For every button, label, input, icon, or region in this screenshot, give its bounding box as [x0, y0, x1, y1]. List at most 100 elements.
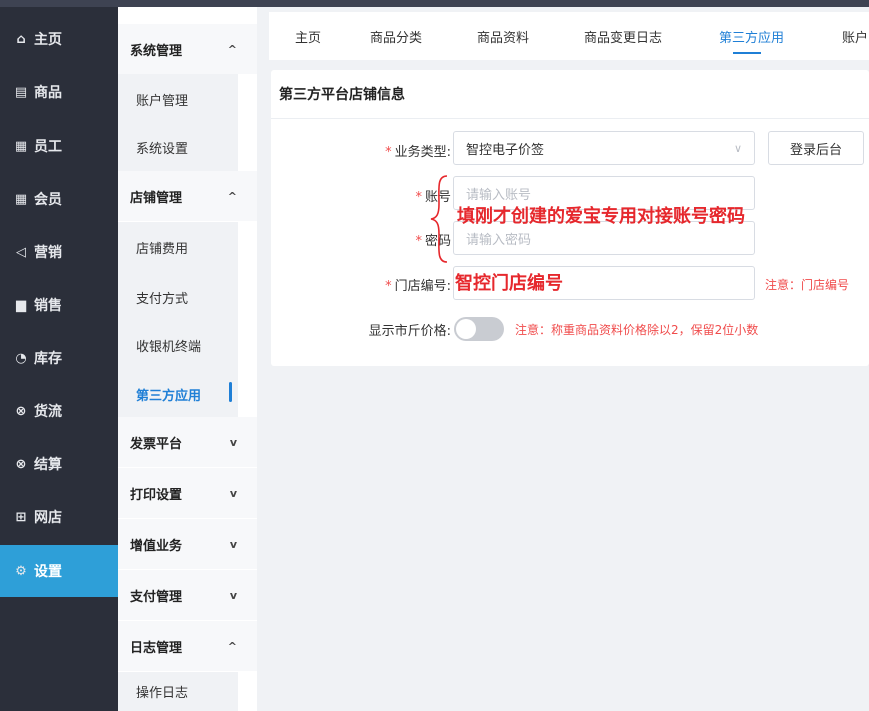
nav-item-staff[interactable]: ▦ 员工 — [0, 120, 118, 172]
tab-goods-info[interactable]: 商品资料 — [477, 12, 529, 60]
chevron-down-icon: ∨ — [733, 141, 742, 155]
select-value: 智控电子价签 — [466, 142, 545, 158]
menu-item-label: 操作日志 — [136, 686, 189, 701]
menu-group-label: 日志管理 — [130, 640, 183, 656]
nav-top-strip — [0, 0, 118, 7]
menu-item-third-party-apps[interactable]: 第三方应用 — [118, 369, 238, 419]
tab-home[interactable]: 主页 — [295, 12, 321, 60]
menu-item-label: 支付方式 — [136, 291, 189, 307]
menu-group-label: 店铺管理 — [130, 190, 183, 206]
nav-label: 结算 — [34, 457, 62, 473]
market-price-label: 显示市斤价格: — [368, 324, 451, 339]
settings-icon: ⚙ — [15, 563, 27, 579]
nav-item-sales[interactable]: ▆ 销售 — [0, 279, 118, 331]
primary-nav: ⌂ 主页 ▤ 商品 ▦ 员工 ▦ 会员 ◁ 营销 ▆ 销售 ◔ 库存 ⊗ 货流 — [0, 0, 118, 711]
menu-group-logs[interactable]: 日志管理 ^ — [118, 621, 257, 671]
annotation-brace — [430, 175, 448, 263]
menu-group-label: 支付管理 — [130, 589, 183, 605]
required-mark: * — [415, 234, 422, 249]
menu-group-value-added[interactable]: 增值业务 v — [118, 519, 257, 569]
main-area: 主页 商品分类 商品资料 商品变更日志 第三方应用 账户 第三方平台店铺信息 *… — [257, 0, 869, 711]
nav-item-goods[interactable]: ▤ 商品 — [0, 66, 118, 118]
chevron-down-icon: v — [229, 537, 237, 551]
nav-label: 设置 — [34, 564, 62, 580]
placeholder-text: 请输入账号 — [466, 187, 532, 203]
goods-icon: ▤ — [14, 84, 28, 100]
staff-icon: ▦ — [14, 138, 28, 154]
tab-goods-change-log[interactable]: 商品变更日志 — [584, 12, 662, 60]
business-type-select[interactable]: 智控电子价签 ∨ — [453, 131, 755, 165]
home-icon: ⌂ — [16, 31, 26, 47]
nav-item-home[interactable]: ⌂ 主页 — [0, 13, 118, 65]
main-top-strip — [257, 0, 869, 7]
secondary-menu: 系统管理 ^ 账户管理 系统设置 店铺管理 ^ 店铺费用 支付方式 收银机终端 … — [118, 0, 257, 711]
sales-icon: ▆ — [16, 297, 26, 313]
business-type-label: * 业务类型: — [351, 141, 451, 160]
chevron-up-icon: ^ — [227, 639, 237, 653]
nav-label: 销售 — [34, 298, 62, 314]
label-text: 门店编号: — [394, 279, 451, 294]
menu-group-store[interactable]: 店铺管理 ^ — [118, 171, 257, 221]
nav-item-settlement[interactable]: ⊗ 结算 — [0, 438, 118, 490]
logistics-icon: ⊗ — [15, 403, 27, 419]
account-annotation: 填刚才创建的爱宝专用对接账号密码 — [457, 206, 745, 227]
tab-account[interactable]: 账户 — [842, 12, 868, 60]
required-mark: * — [385, 145, 392, 160]
menu-item-operation-log[interactable]: 操作日志 — [118, 672, 238, 711]
nav-item-marketing[interactable]: ◁ 营销 — [0, 226, 118, 278]
card-divider — [271, 118, 869, 119]
settlement-icon: ⊗ — [15, 456, 27, 472]
nav-label: 员工 — [34, 139, 62, 155]
menu-group-system[interactable]: 系统管理 ^ — [118, 24, 257, 74]
nav-label: 商品 — [34, 85, 62, 101]
member-icon: ▦ — [14, 191, 28, 207]
login-backend-button[interactable]: 登录后台 — [768, 131, 864, 165]
chevron-down-icon: v — [229, 588, 237, 602]
menu-item-label: 收银机终端 — [136, 339, 202, 355]
app: ⌂ 主页 ▤ 商品 ▦ 员工 ▦ 会员 ◁ 营销 ▆ 销售 ◔ 库存 ⊗ 货流 — [0, 0, 869, 711]
third-party-store-card: 第三方平台店铺信息 * 业务类型: 智控电子价签 ∨ 登录后台 * 账号 请输入账号… — [271, 70, 869, 366]
store-number-annotation: 智控门店编号 — [455, 273, 563, 294]
marketing-icon: ◁ — [16, 244, 26, 260]
chevron-down-icon: v — [229, 435, 237, 449]
nav-label: 营销 — [34, 245, 62, 261]
chevron-down-icon: v — [229, 486, 237, 500]
menu-group-print[interactable]: 打印设置 v — [118, 468, 257, 518]
menu-item-label: 店铺费用 — [136, 241, 189, 257]
market-price-toggle[interactable] — [454, 317, 504, 341]
required-mark: * — [415, 190, 422, 205]
placeholder-text: 请输入密码 — [466, 232, 532, 248]
menu-group-payment[interactable]: 支付管理 v — [118, 570, 257, 620]
nav-label: 货流 — [34, 404, 62, 420]
menu-group-invoice[interactable]: 发票平台 v — [118, 417, 257, 467]
nav-label: 网店 — [34, 510, 62, 526]
market-price-note: 注意：称重商品资料价格除以2，保留2位小数 — [515, 323, 759, 337]
nav-label: 库存 — [34, 351, 62, 367]
card-title: 第三方平台店铺信息 — [279, 87, 405, 103]
menu-item-system-settings[interactable]: 系统设置 — [118, 122, 238, 172]
store-number-label: * 门店编号: — [351, 275, 451, 294]
menu-item-pos-terminal[interactable]: 收银机终端 — [118, 320, 238, 370]
nav-item-logistics[interactable]: ⊗ 货流 — [0, 385, 118, 437]
menu-item-payment-methods[interactable]: 支付方式 — [118, 272, 238, 322]
menu-item-label: 系统设置 — [136, 141, 189, 157]
inventory-icon: ◔ — [15, 350, 27, 366]
webshop-icon: ⊞ — [15, 509, 27, 525]
required-mark: * — [385, 279, 392, 294]
menu-group-label: 发票平台 — [130, 436, 183, 452]
label-text: 业务类型: — [394, 145, 451, 160]
nav-item-webshop[interactable]: ⊞ 网店 — [0, 491, 118, 543]
menu-group-label: 增值业务 — [130, 538, 183, 554]
menu-item-store-fees[interactable]: 店铺费用 — [118, 222, 238, 272]
menu-item-account[interactable]: 账户管理 — [118, 74, 238, 124]
tab-third-party-apps[interactable]: 第三方应用 — [719, 12, 784, 60]
menu-item-label: 账户管理 — [136, 93, 189, 109]
submenu-top-strip — [118, 0, 257, 7]
nav-label: 会员 — [34, 192, 62, 208]
nav-item-settings[interactable]: ⚙ 设置 — [0, 545, 118, 597]
nav-item-member[interactable]: ▦ 会员 — [0, 173, 118, 225]
nav-item-inventory[interactable]: ◔ 库存 — [0, 332, 118, 384]
store-number-note: 注意：门店编号 — [765, 278, 850, 292]
chevron-up-icon: ^ — [227, 42, 237, 56]
tab-goods-category[interactable]: 商品分类 — [370, 12, 422, 60]
